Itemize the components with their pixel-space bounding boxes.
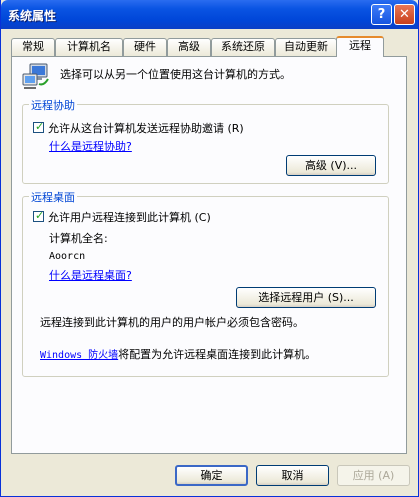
- computer-name-label: 计算机全名:: [49, 232, 108, 245]
- advanced-button[interactable]: 高级 (V)...: [286, 155, 376, 176]
- tab-computer-name[interactable]: 计算机名: [55, 38, 123, 56]
- remote-desktop-label-text: 允许用户远程连接到此计算机: [48, 211, 191, 224]
- windows-firewall-link[interactable]: Windows 防火墙: [40, 350, 118, 361]
- apply-button[interactable]: 应用 (A): [337, 465, 410, 486]
- remote-computer-icon: [22, 63, 49, 89]
- remote-desktop-checkbox-label[interactable]: 允许用户远程连接到此计算机 (C): [48, 209, 211, 225]
- cancel-button[interactable]: 取消: [256, 465, 329, 486]
- remote-assistance-checkbox[interactable]: ✓: [33, 120, 45, 133]
- firewall-note: Windows 防火墙将配置为允许远程桌面连接到此计算机。: [40, 346, 316, 362]
- remote-desktop-checkbox[interactable]: ✓: [33, 209, 45, 222]
- firewall-note-text: 将配置为允许远程桌面连接到此计算机。: [118, 348, 317, 361]
- window-title: 系统属性: [8, 9, 57, 23]
- remote-assistance-title: 远程协助: [29, 97, 77, 113]
- check-icon: ✓: [35, 209, 45, 222]
- remote-assistance-label-text: 允许从这台计算机发送远程协助邀请: [48, 122, 224, 135]
- check-icon: ✓: [35, 120, 45, 133]
- select-remote-users-button[interactable]: 选择远程用户 (S)...: [236, 287, 376, 308]
- tab-hardware[interactable]: 硬件: [123, 38, 167, 56]
- system-properties-window: 系统属性 ? ✕ 常规 计算机名 硬件 高级 系统还原 自动更新 远程 选择可以…: [0, 0, 419, 497]
- computer-name-value: Aoorcn: [49, 251, 86, 262]
- what-is-remote-assistance-link[interactable]: 什么是远程协助?: [49, 138, 132, 154]
- password-note: 远程连接到此计算机的用户的用户帐户必须包含密码。: [40, 316, 304, 329]
- close-button[interactable]: ✕: [394, 4, 415, 25]
- help-button[interactable]: ?: [371, 4, 392, 25]
- title-bar[interactable]: 系统属性 ? ✕: [1, 0, 418, 29]
- tab-automatic-updates[interactable]: 自动更新: [275, 38, 337, 56]
- remote-assistance-checkbox-label[interactable]: 允许从这台计算机发送远程协助邀请 (R): [48, 120, 244, 136]
- tab-system-restore[interactable]: 系统还原: [211, 38, 275, 56]
- tab-general[interactable]: 常规: [11, 38, 55, 56]
- intro-text: 选择可以从另一个位置使用这台计算机的方式。: [60, 68, 291, 81]
- tab-remote[interactable]: 远程: [336, 36, 384, 57]
- tab-advanced[interactable]: 高级: [167, 38, 211, 56]
- remote-desktop-mnemonic: (C): [194, 211, 211, 224]
- remote-assistance-mnemonic: (R): [227, 122, 244, 135]
- remote-desktop-title: 远程桌面: [29, 189, 77, 205]
- ok-button[interactable]: 确定: [175, 465, 248, 486]
- what-is-remote-desktop-link[interactable]: 什么是远程桌面?: [49, 267, 132, 283]
